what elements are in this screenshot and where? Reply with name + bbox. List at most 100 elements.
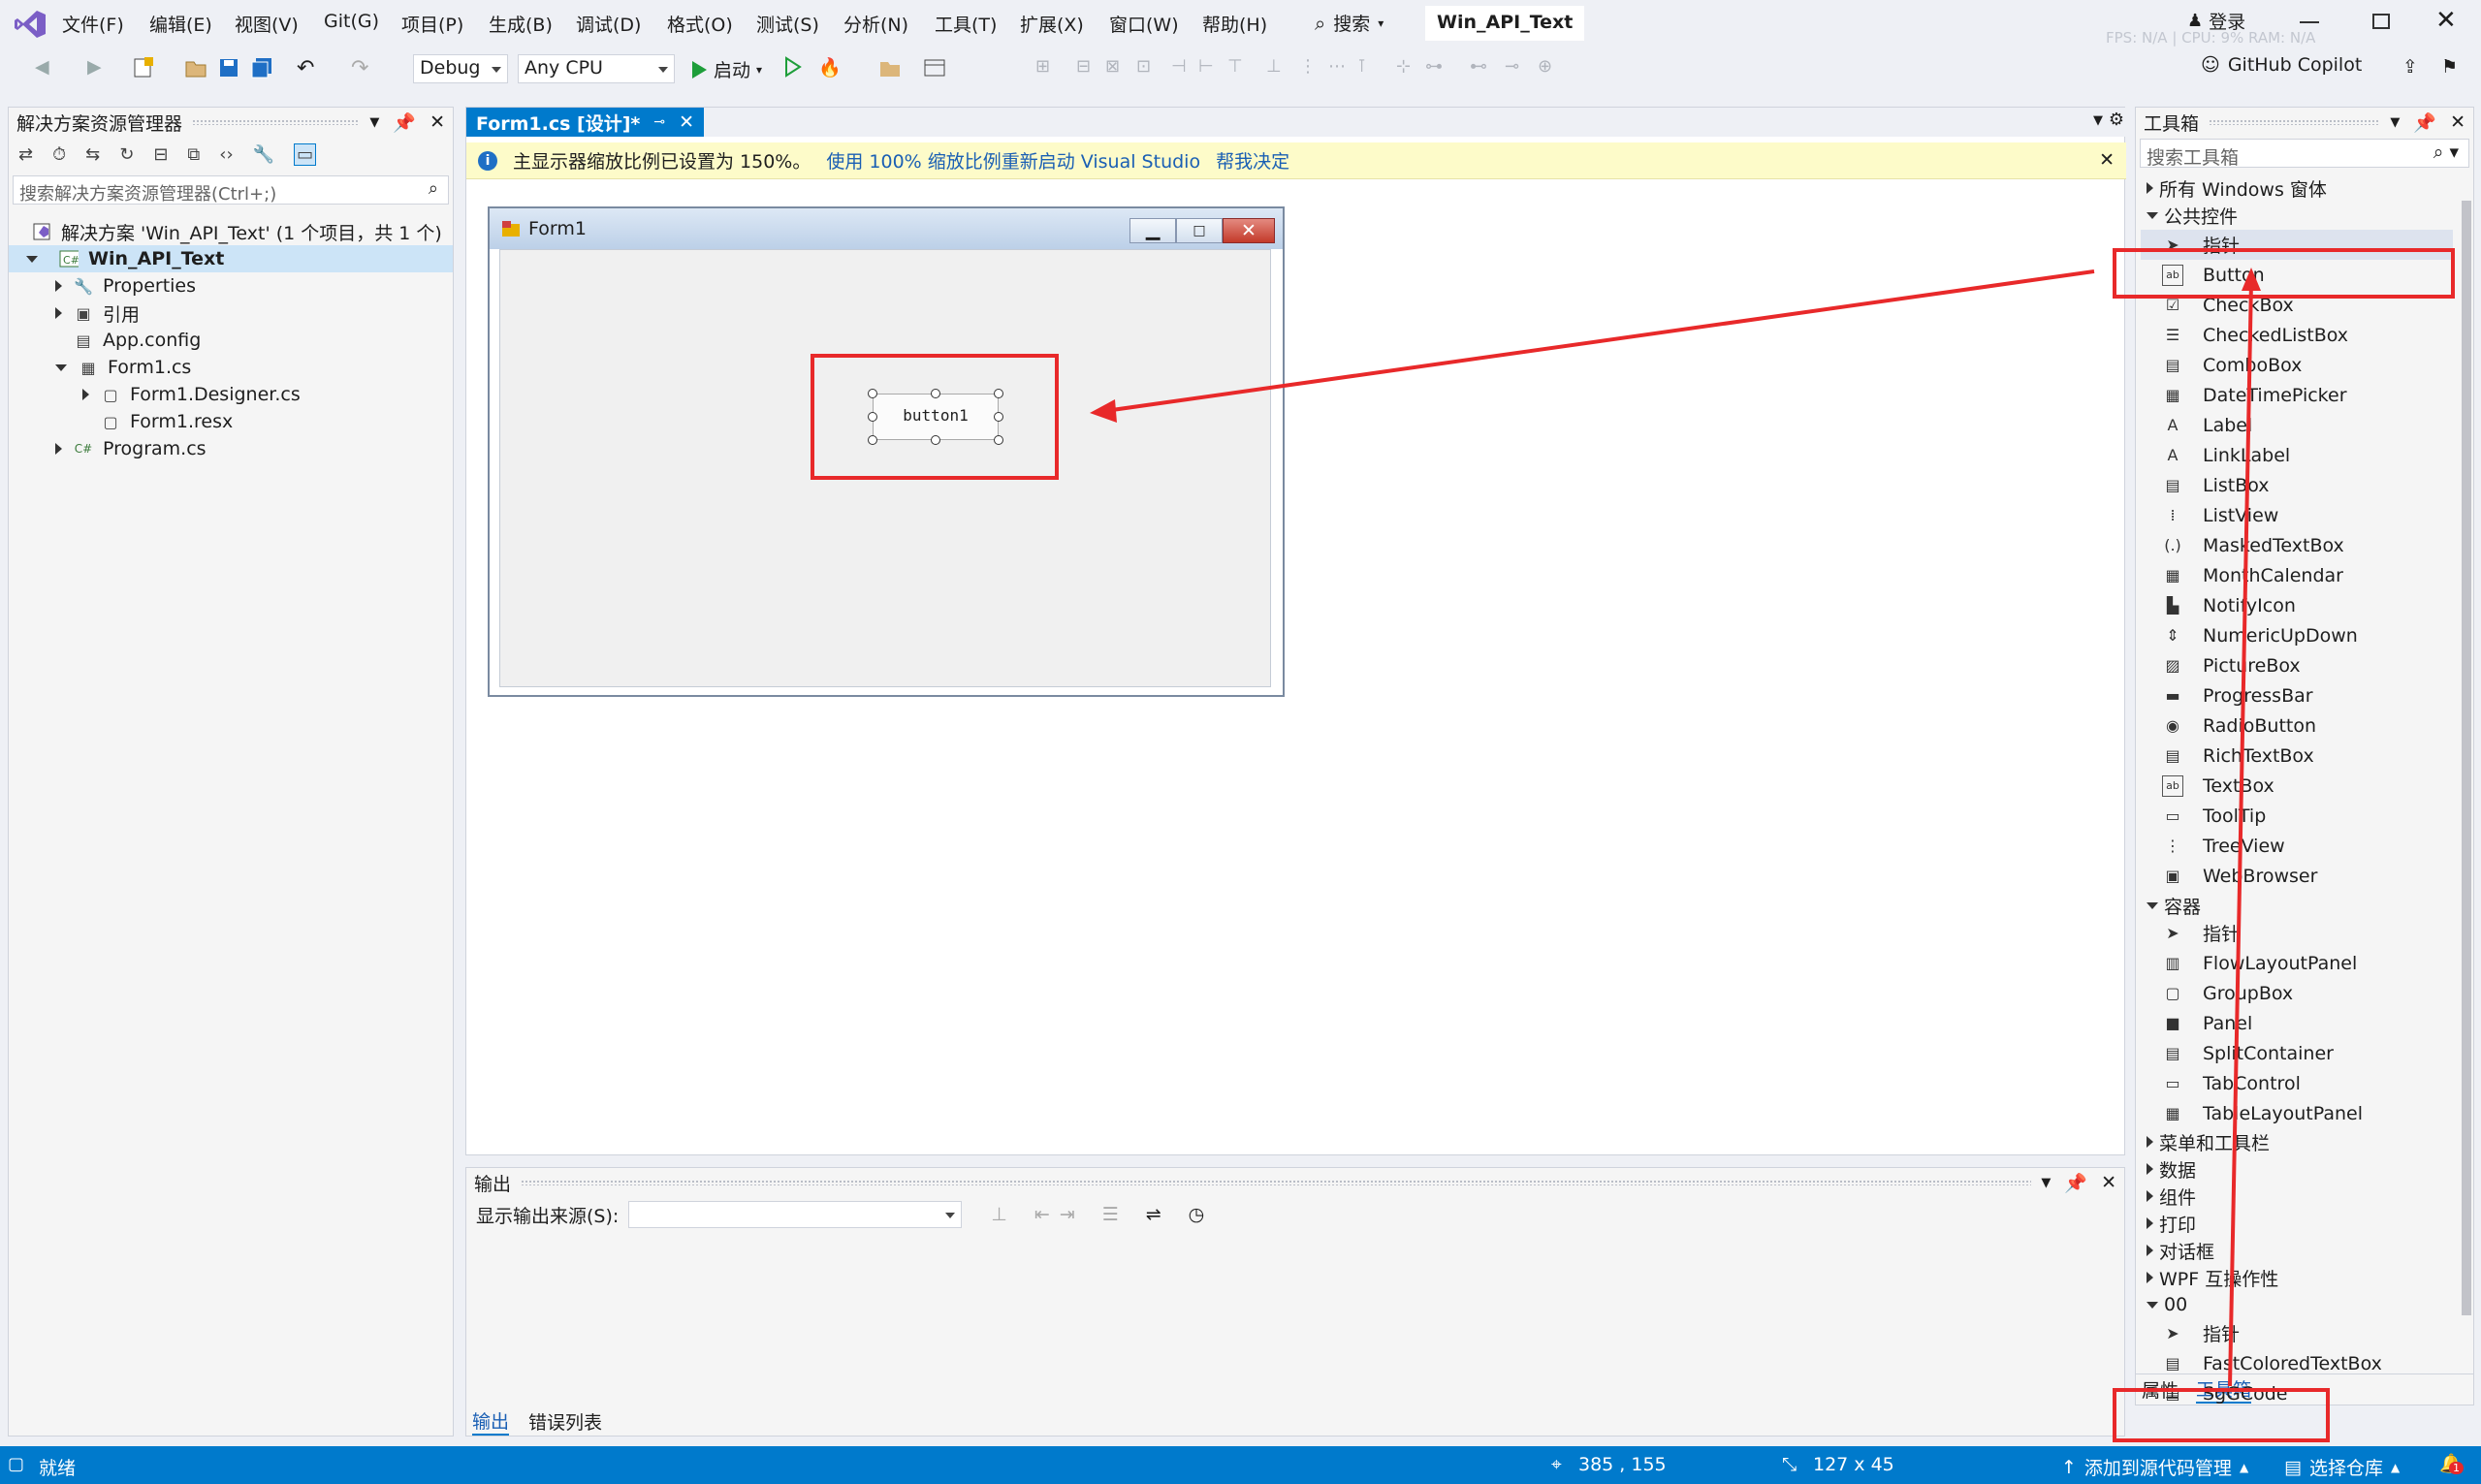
pending-changes-icon[interactable]: ⏱ <box>52 144 66 165</box>
github-copilot-button[interactable]: ☺ GitHub Copilot <box>2201 54 2362 76</box>
layout-tool-icon[interactable]: ⋮ <box>1299 56 1324 81</box>
toolbox-category[interactable]: 容器 <box>2147 892 2201 919</box>
toolbox-category[interactable]: 所有 Windows 窗体 <box>2147 174 2327 202</box>
visual-studio-logo-icon[interactable] <box>14 10 47 39</box>
tab-overflow-icon[interactable]: ▼ <box>2093 113 2103 128</box>
restore-button[interactable] <box>2372 14 2390 29</box>
hot-reload-icon[interactable]: 🔥 <box>818 56 843 81</box>
find-message-icon[interactable]: ⊥ <box>991 1204 1007 1225</box>
undo-icon[interactable]: ↶ <box>297 56 322 81</box>
toolbox-item[interactable]: A Label <box>2141 410 2453 440</box>
close-tab-icon[interactable]: ✕ <box>679 111 694 133</box>
menu-item[interactable]: 项目(P) <box>401 11 463 37</box>
sync-icon[interactable]: ⇆ <box>85 144 100 165</box>
toolbox-category[interactable]: 公共控件 <box>2147 202 2238 229</box>
dropdown-icon[interactable]: ▼ <box>2041 1176 2051 1190</box>
close-icon[interactable]: ✕ <box>2450 111 2465 133</box>
redo-icon[interactable]: ↷ <box>351 56 376 81</box>
menu-item[interactable]: 格式(O) <box>667 11 733 37</box>
open-folder-icon[interactable] <box>184 56 209 81</box>
configuration-select[interactable]: Debug <box>413 54 508 83</box>
toolbox-item[interactable]: ▦ TableLayoutPanel <box>2141 1098 2453 1128</box>
tab-error-list[interactable]: 错误列表 <box>528 1408 602 1435</box>
layout-tool-icon[interactable]: ⊶ <box>1425 56 1450 81</box>
refresh-icon[interactable]: ↻ <box>119 144 134 165</box>
forward-icon[interactable]: ▶ <box>87 56 112 81</box>
layout-tool-icon[interactable]: ⊞ <box>1035 56 1061 81</box>
toolbox-category[interactable]: 打印 <box>2147 1210 2196 1237</box>
tab-output[interactable]: 输出 <box>472 1407 510 1436</box>
menu-item[interactable]: 生成(B) <box>489 11 553 37</box>
toolbox-item[interactable]: ▥ FlowLayoutPanel <box>2141 948 2453 978</box>
prev-message-icon[interactable]: ⇤ <box>1034 1204 1050 1225</box>
source-control-button[interactable]: ↑ 添加到源代码管理 ▲ <box>2061 1454 2248 1480</box>
toolbox-item[interactable]: ▨ PictureBox <box>2141 650 2453 680</box>
tab-form1-designer[interactable]: Form1.cs [设计]* ⊸ ✕ <box>466 108 705 137</box>
solution-node[interactable]: 解决方案 'Win_API_Text' (1 个项目，共 1 个) <box>32 218 442 245</box>
dropdown-icon[interactable]: ▼ <box>2390 115 2400 130</box>
toolbox-item[interactable]: ◉ RadioButton <box>2141 710 2453 741</box>
notifications-bell-icon[interactable]: 🔔1 <box>2439 1452 2464 1474</box>
layout-tool-icon[interactable]: ⊣ <box>1171 56 1196 81</box>
pin-icon[interactable]: 📌 <box>2413 111 2436 134</box>
tree-item[interactable]: ▢ Form1.resx <box>82 408 233 435</box>
toolbox-item[interactable]: ▤ ListBox <box>2141 470 2453 500</box>
toolbox-item[interactable]: ab TextBox <box>2141 771 2453 801</box>
pin-icon[interactable]: 📌 <box>2064 1172 2087 1194</box>
toolbox-item[interactable]: ▭ TabControl <box>2141 1068 2453 1098</box>
collapse-all-icon[interactable]: ⊟ <box>153 144 168 165</box>
tree-item[interactable]: ▢ Form1.Designer.cs <box>82 381 301 408</box>
toolbox-item[interactable]: ■ Panel <box>2141 1008 2453 1038</box>
output-source-select[interactable] <box>628 1201 963 1228</box>
help-decide-link[interactable]: 帮我决定 <box>1216 147 1289 174</box>
layout-icon[interactable] <box>923 56 948 81</box>
toolbox-item[interactable]: ⇕ NumericUpDown <box>2141 620 2453 650</box>
menu-item[interactable]: 调试(D) <box>576 11 641 37</box>
solution-search-input[interactable]: 搜索解决方案资源管理器(Ctrl+;) ⌕ <box>13 175 449 205</box>
new-project-icon[interactable] <box>132 56 157 81</box>
layout-tool-icon[interactable]: ⊕ <box>1538 56 1563 81</box>
close-icon[interactable]: ✕ <box>2101 1172 2116 1193</box>
toolbox-item[interactable]: ▣ WebBrowser <box>2141 861 2453 891</box>
tree-item[interactable]: C# Program.cs <box>55 435 207 462</box>
toolbox-item[interactable]: ▤ SplitContainer <box>2141 1038 2453 1068</box>
toolbox-item[interactable]: ▦ MonthCalendar <box>2141 560 2453 590</box>
minimize-button[interactable] <box>2300 12 2319 23</box>
toolbox-category[interactable]: 对话框 <box>2147 1237 2214 1264</box>
search-button[interactable]: ⌕ 搜索 ▾ <box>1315 10 1384 36</box>
save-all-icon[interactable] <box>250 56 275 81</box>
layout-tool-icon[interactable]: ⊡ <box>1136 56 1161 81</box>
browse-folder-icon[interactable] <box>878 56 904 81</box>
menu-item[interactable]: 视图(V) <box>235 11 299 37</box>
collapsed-icon[interactable] <box>55 280 62 292</box>
toolbox-item[interactable]: ▬ ProgressBar <box>2141 680 2453 710</box>
toolbox-item[interactable]: ▢ GroupBox <box>2141 978 2453 1008</box>
toolbox-category[interactable]: WPF 互操作性 <box>2147 1264 2278 1291</box>
switch-views-icon[interactable]: ⇄ <box>18 144 33 165</box>
menu-item[interactable]: 扩展(X) <box>1020 11 1084 37</box>
close-icon[interactable]: ✕ <box>429 111 445 133</box>
close-window-button[interactable]: ✕ <box>2435 6 2457 35</box>
layout-tool-icon[interactable]: ⊥ <box>1266 56 1291 81</box>
tree-item[interactable]: 🔧 Properties <box>55 272 196 300</box>
preview-selected-icon[interactable]: ▭ <box>294 142 317 166</box>
dropdown-icon[interactable]: ▼ <box>369 115 379 130</box>
view-code-icon[interactable]: ‹› <box>219 144 233 165</box>
platform-select[interactable]: Any CPU <box>518 54 675 83</box>
next-message-icon[interactable]: ⇥ <box>1060 1204 1075 1225</box>
close-infobar-icon[interactable]: ✕ <box>2099 149 2115 171</box>
layout-tool-icon[interactable]: ⊟ <box>1076 56 1101 81</box>
clear-all-icon[interactable]: ☰ <box>1102 1204 1119 1225</box>
toolbox-item[interactable]: ▤ RichTextBox <box>2141 741 2453 771</box>
select-repo-button[interactable]: ▤ 选择仓库 ▲ <box>2284 1454 2400 1480</box>
pin-tab-icon[interactable]: ⊸ <box>653 114 665 130</box>
toolbox-item[interactable]: A LinkLabel <box>2141 440 2453 470</box>
menu-item[interactable]: 文件(F) <box>62 11 124 37</box>
toolbox-category[interactable]: 组件 <box>2147 1183 2196 1210</box>
layout-tool-icon[interactable]: ⊹ <box>1396 56 1421 81</box>
toolbox-category[interactable]: 数据 <box>2147 1155 2196 1183</box>
toolbox-item[interactable]: ▭ ToolTip <box>2141 801 2453 831</box>
layout-tool-icon[interactable]: ⊺ <box>1357 56 1383 81</box>
collapsed-icon[interactable] <box>82 389 89 400</box>
toolbox-item[interactable]: (.) MaskedTextBox <box>2141 530 2453 560</box>
